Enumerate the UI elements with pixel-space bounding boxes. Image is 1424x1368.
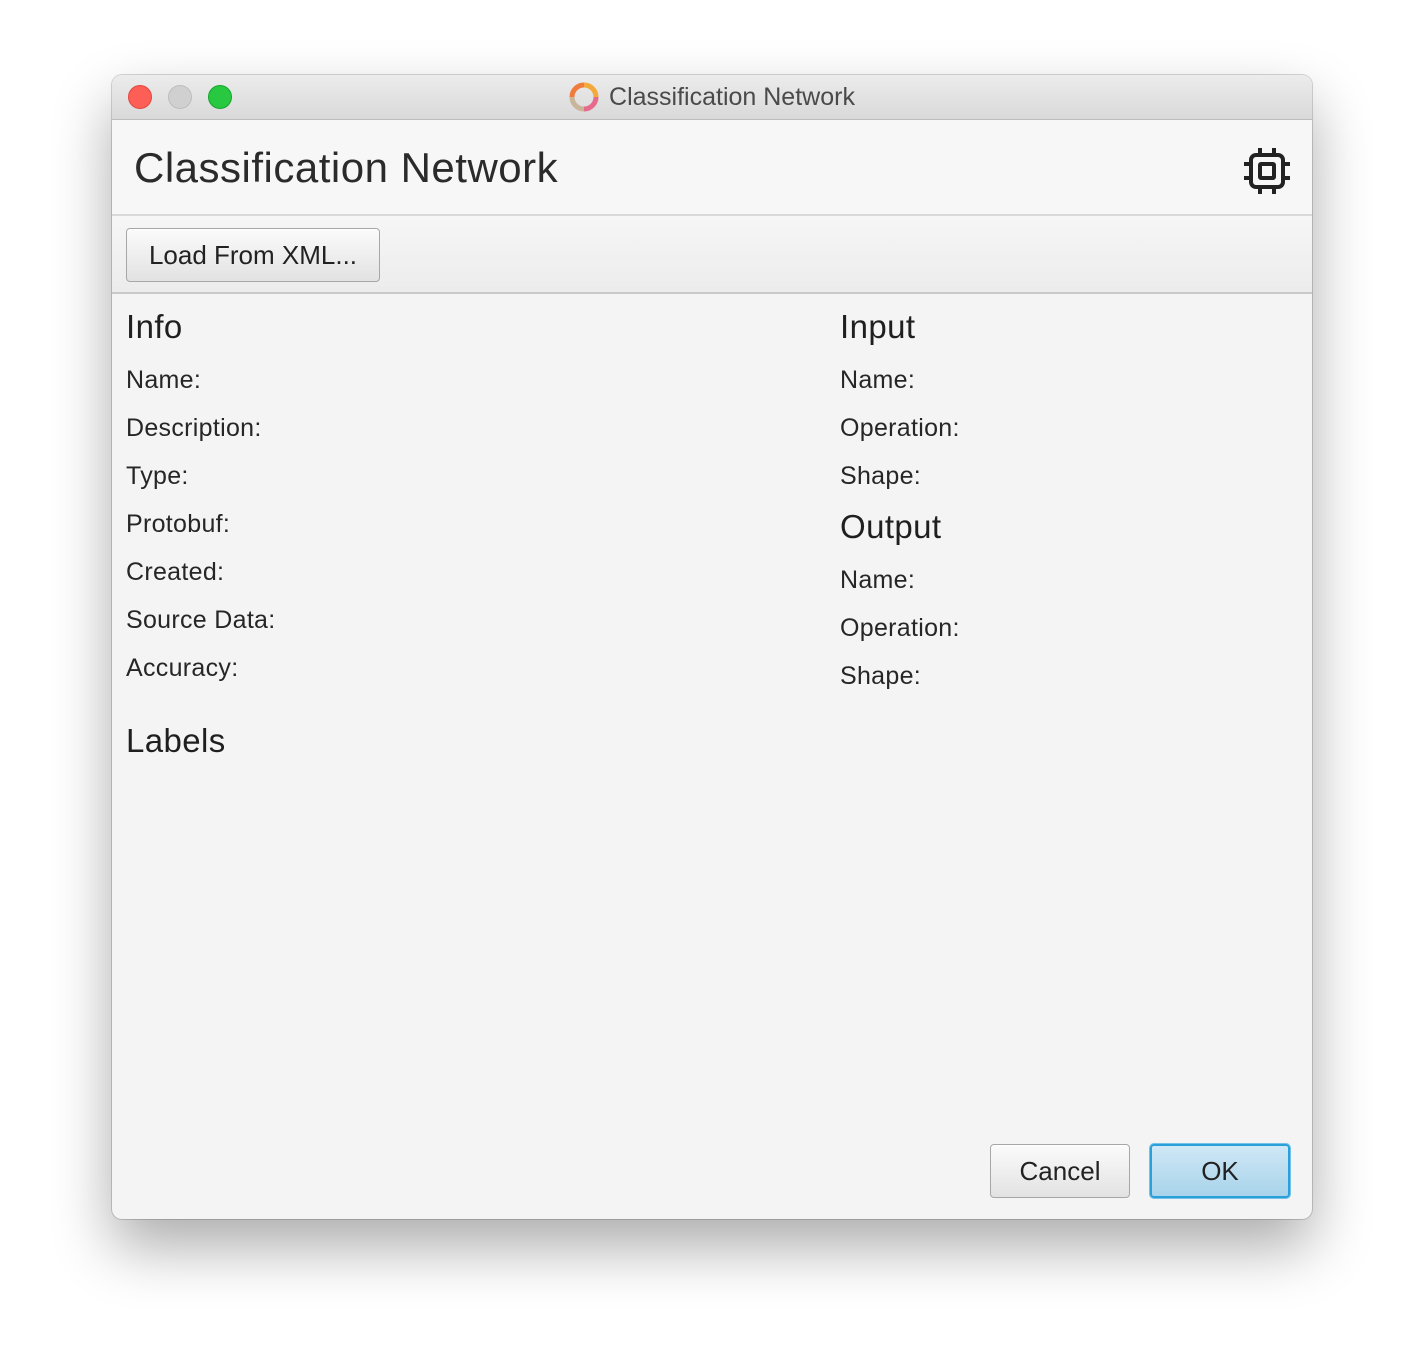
dialog-title: Classification Network [134, 144, 559, 191]
dialog-header: Classification Network [112, 120, 1312, 216]
input-name-label: Name: [840, 366, 916, 394]
input-shape-label: Shape: [840, 462, 922, 490]
toolbar: Load From XML... [112, 216, 1312, 294]
info-protobuf-label: Protobuf: [126, 510, 231, 538]
content-panel: Info Name: Description: Type: Protobuf: … [112, 294, 1312, 1219]
cancel-button[interactable]: Cancel [990, 1144, 1130, 1198]
output-heading: Output [840, 508, 942, 545]
output-shape-label: Shape: [840, 662, 922, 690]
info-heading: Info [126, 308, 183, 345]
title-bar[interactable]: Classification Network [112, 75, 1312, 120]
load-from-xml-button[interactable]: Load From XML... [126, 228, 380, 282]
info-description-label: Description: [126, 414, 262, 442]
app-logo-icon [569, 82, 599, 112]
info-source-data-label: Source Data: [126, 606, 276, 634]
info-type-label: Type: [126, 462, 189, 490]
output-name-label: Name: [840, 566, 916, 594]
chip-icon [1244, 148, 1290, 194]
info-created-label: Created: [126, 558, 225, 586]
ok-button[interactable]: OK [1150, 1144, 1290, 1198]
title-group: Classification Network [112, 75, 1312, 119]
dialog-window: Classification Network Classification Ne… [112, 75, 1312, 1219]
output-operation-label: Operation: [840, 614, 960, 642]
info-name-label: Name: [126, 366, 202, 394]
labels-heading: Labels [126, 722, 226, 759]
window-title: Classification Network [609, 83, 855, 111]
info-accuracy-label: Accuracy: [126, 654, 239, 682]
input-heading: Input [840, 308, 916, 345]
input-operation-label: Operation: [840, 414, 960, 442]
